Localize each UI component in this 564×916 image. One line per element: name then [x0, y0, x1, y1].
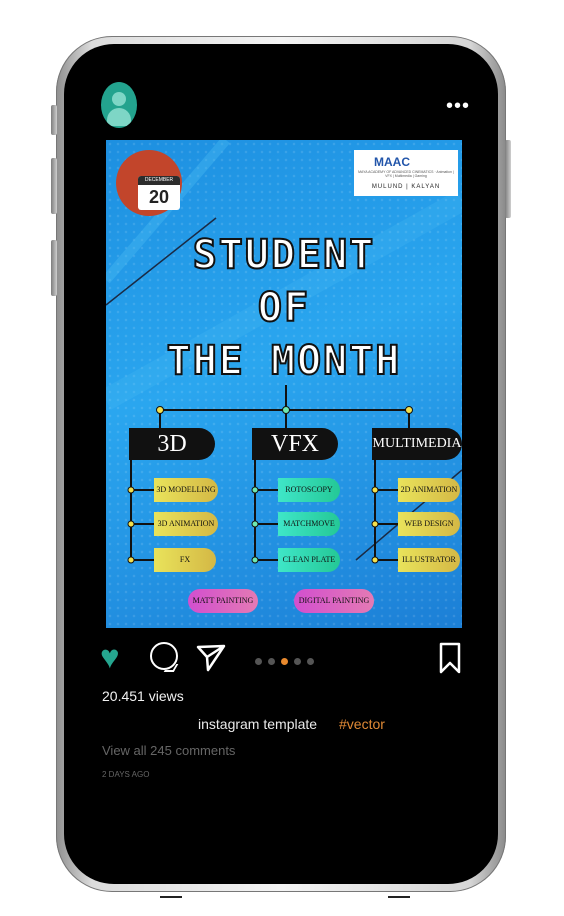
- item-digital-painting: DIGITAL PAINTING: [294, 589, 374, 613]
- phone-foot-mark: [388, 896, 410, 898]
- logo-brand: MAAC: [374, 155, 410, 169]
- post-timestamp: 2 DAYS AGO: [102, 770, 150, 779]
- phone-volume-up-button: [51, 158, 57, 214]
- phone-volume-down-button: [51, 240, 57, 296]
- poster-title-line: STUDENT: [192, 231, 376, 279]
- view-comments-link[interactable]: View all 245 comments: [102, 743, 235, 758]
- carousel-dot: [268, 658, 275, 665]
- hashtag-link[interactable]: #vector: [339, 716, 385, 732]
- calendar-icon: DECEMBER 20: [138, 176, 180, 210]
- brand-logo: MAAC MAYA ACADEMY OF ADVANCED CINEMATICS…: [354, 150, 458, 196]
- item-fx: FX: [154, 548, 216, 572]
- phone-foot-mark: [160, 896, 182, 898]
- poster-title-line: OF: [257, 284, 311, 332]
- category-multimedia: MULTIMEDIA: [372, 428, 462, 460]
- item-matt-painting: MATT PAINTING: [188, 589, 258, 613]
- item-3d-animation: 3D ANIMATION: [154, 512, 218, 536]
- more-options-icon[interactable]: •••: [446, 96, 470, 116]
- carousel-dot: [255, 658, 262, 665]
- calendar-month: DECEMBER: [138, 176, 180, 185]
- share-icon[interactable]: [196, 643, 226, 673]
- post-caption: instagram template: [198, 716, 318, 732]
- bookmark-icon[interactable]: [439, 642, 461, 674]
- comment-icon[interactable]: [150, 642, 178, 670]
- item-rotoscopy: ROTOSCOPY: [278, 478, 340, 502]
- item-3d-modelling: 3D MODELLING: [154, 478, 218, 502]
- carousel-dot: [307, 658, 314, 665]
- calendar-day: 20: [148, 187, 170, 207]
- carousel-dot: [281, 658, 288, 665]
- phone-mute-button: [51, 105, 57, 135]
- phone-power-button: [505, 140, 511, 218]
- category-vfx: VFX: [252, 428, 338, 460]
- carousel-dot: [294, 658, 301, 665]
- logo-city: MULUND | KALYAN: [371, 184, 441, 190]
- item-2d-animation: 2D ANIMATION: [398, 478, 460, 502]
- heart-icon[interactable]: ♥: [100, 640, 134, 674]
- category-3d: 3D: [129, 428, 215, 460]
- views-count: 20.451 views: [102, 688, 184, 704]
- item-web-design: WEB DESIGN: [398, 512, 460, 536]
- item-illustrator: ILLUSTRATOR: [398, 548, 460, 572]
- item-matchmove: MATCHMOVE: [278, 512, 340, 536]
- item-clean-plate: CLEAN PLATE: [278, 548, 340, 572]
- logo-tagline: MAYA ACADEMY OF ADVANCED CINEMATICS · An…: [358, 170, 454, 178]
- user-avatar-icon[interactable]: [101, 82, 137, 128]
- calendar-badge: DECEMBER 20: [116, 150, 182, 216]
- poster-title-line: THE MONTH: [166, 337, 402, 385]
- post-image[interactable]: DECEMBER 20 MAAC MAYA ACADEMY OF ADVANCE…: [106, 140, 462, 628]
